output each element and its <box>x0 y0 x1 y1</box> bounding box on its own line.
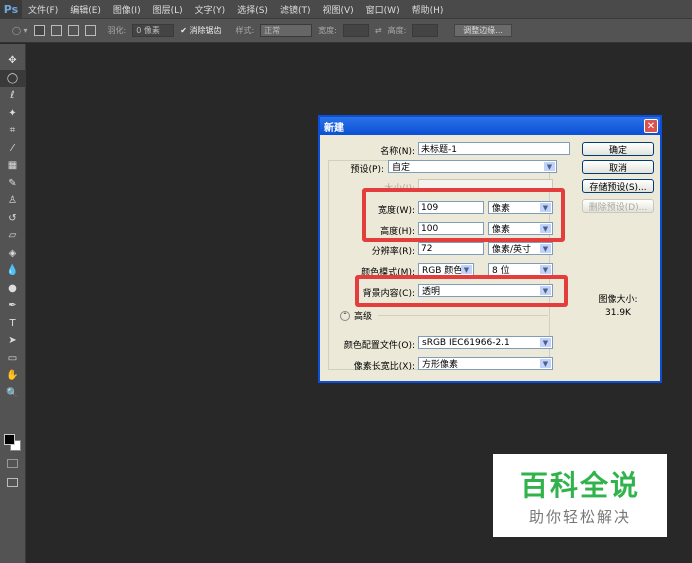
brush-tool-icon[interactable]: ✎ <box>0 175 25 193</box>
watermark-subtitle: 助你轻松解决 <box>528 508 631 526</box>
cancel-button[interactable]: 取消 <box>582 160 654 174</box>
options-bar: ◯ ▾ 羽化: 0 像素 ✔ 消除锯齿 样式: 正常 宽度: ⇄ 高度: 调整边… <box>0 18 692 43</box>
refine-edge-button[interactable]: 调整边缘... <box>454 24 512 37</box>
photoshop-logo: Ps <box>0 0 22 18</box>
menu-item[interactable]: 文件(F) <box>22 3 64 16</box>
chevron-up-icon: ⌃ <box>340 310 350 321</box>
menu-bar: Ps 文件(F) 编辑(E) 图像(I) 图层(L) 文字(Y) 选择(S) 滤镜(T) 视图… <box>0 0 692 18</box>
width-label: 宽度: <box>318 26 337 35</box>
elliptical-marquee-tool-icon[interactable]: ◯ <box>0 69 25 87</box>
chevron-down-icon: ▼ <box>544 162 555 171</box>
style-label: 样式: <box>235 26 255 35</box>
name-input[interactable]: 未标题-1 <box>418 142 570 155</box>
new-document-dialog: 新建 ✕ 名称(N): 未标题-1 预设(P): 自定 ▼ 大小(I): 宽度(W… <box>318 115 662 383</box>
style-select[interactable]: 正常 <box>260 24 313 37</box>
dodge-tool-icon[interactable]: ● <box>0 280 25 298</box>
highlight-box-background <box>355 275 568 307</box>
move-tool-icon[interactable]: ✥ <box>0 52 25 70</box>
width-input[interactable] <box>342 24 369 37</box>
menu-item[interactable]: 滤镜(T) <box>274 3 317 16</box>
eyedropper-tool-icon[interactable]: ⁄ <box>0 140 25 158</box>
history-brush-tool-icon[interactable]: ↺ <box>0 210 25 228</box>
style-value: 正常 <box>264 26 281 35</box>
new-selection-icon[interactable] <box>33 25 45 36</box>
path-selection-tool-icon[interactable]: ➤ <box>0 332 25 350</box>
menu-item[interactable]: 选择(S) <box>231 3 274 16</box>
paint-bucket-tool-icon[interactable]: ◈ <box>0 245 25 263</box>
pixel-aspect-label: 像素长宽比(X): <box>353 362 415 372</box>
tools-panel: ✥ ◯ ℓ ✦ ⌗ ⁄ ▦ ✎ ♙ ↺ ▱ ◈ 💧 ● ✒ T ➤ ▭ ✋ 🔍 <box>0 44 26 563</box>
resolution-input[interactable]: 72 <box>418 242 484 255</box>
ok-button[interactable]: 确定 <box>582 142 654 156</box>
blur-tool-icon[interactable]: 💧 <box>0 262 25 280</box>
screen-mode-icon[interactable] <box>7 478 18 487</box>
quick-mask-icon[interactable] <box>7 459 18 468</box>
foreground-color-swatch[interactable] <box>4 434 15 445</box>
menu-item[interactable]: 图层(L) <box>147 3 189 16</box>
clone-stamp-tool-icon[interactable]: ♙ <box>0 192 25 210</box>
elliptical-marquee-preset-icon[interactable]: ◯ ▾ <box>12 26 28 35</box>
lasso-tool-icon[interactable]: ℓ <box>0 87 25 105</box>
antialias-label: 消除锯齿 <box>189 26 222 35</box>
image-size-label: 图像大小: <box>598 295 638 305</box>
feather-label: 羽化: <box>107 26 127 35</box>
pixel-aspect-select[interactable]: 方形像素 ▼ <box>418 357 553 370</box>
watermark: 百科全说 助你轻松解决 <box>493 454 667 537</box>
image-size-value: 31.9K <box>605 308 631 318</box>
close-button[interactable]: ✕ <box>644 119 658 133</box>
chevron-down-icon: ▼ <box>461 265 472 274</box>
advanced-divider <box>378 315 548 316</box>
dialog-title-bar: 新建 ✕ <box>320 117 660 135</box>
preset-value: 自定 <box>392 163 411 173</box>
menu-item[interactable]: 视图(V) <box>316 3 359 16</box>
subtract-selection-icon[interactable] <box>67 25 79 36</box>
color-profile-value: sRGB IEC61966-2.1 <box>422 337 510 348</box>
resolution-unit-select[interactable]: 像素/英寸 ▼ <box>488 242 553 255</box>
menu-item[interactable]: 编辑(E) <box>64 3 107 16</box>
delete-preset-button: 删除预设(D)... <box>582 199 654 213</box>
chevron-down-icon: ▼ <box>540 338 551 347</box>
swap-icon[interactable]: ⇄ <box>375 26 382 35</box>
advanced-toggle[interactable]: ⌃ 高级 <box>340 309 372 322</box>
preset-select[interactable]: 自定 ▼ <box>388 160 557 173</box>
pen-tool-icon[interactable]: ✒ <box>0 297 25 315</box>
chevron-down-icon: ▼ <box>540 244 551 253</box>
height-label: 高度: <box>387 26 407 35</box>
preset-label: 预设(P): <box>350 165 384 175</box>
type-tool-icon[interactable]: T <box>0 315 25 333</box>
resolution-label: 分辨率(R): <box>371 247 415 257</box>
intersect-selection-icon[interactable] <box>84 25 96 36</box>
menu-item[interactable]: 窗口(W) <box>360 3 406 16</box>
color-profile-select[interactable]: sRGB IEC61966-2.1 ▼ <box>418 336 553 349</box>
color-profile-label: 颜色配置文件(O): <box>343 341 415 351</box>
feather-input[interactable]: 0 像素 <box>132 24 175 37</box>
dialog-title: 新建 <box>324 122 344 134</box>
add-selection-icon[interactable] <box>50 25 62 36</box>
hand-tool-icon[interactable]: ✋ <box>0 367 25 385</box>
chevron-down-icon: ▼ <box>540 265 551 274</box>
magic-wand-tool-icon[interactable]: ✦ <box>0 105 25 123</box>
save-preset-button[interactable]: 存储预设(S)... <box>582 179 654 193</box>
crop-tool-icon[interactable]: ⌗ <box>0 122 25 140</box>
watermark-title: 百科全说 <box>519 469 640 502</box>
highlight-box-dimensions <box>362 188 565 242</box>
zoom-tool-icon[interactable]: 🔍 <box>0 385 25 403</box>
menu-item[interactable]: 文字(Y) <box>189 3 232 16</box>
rectangle-tool-icon[interactable]: ▭ <box>0 350 25 368</box>
eraser-tool-icon[interactable]: ▱ <box>0 227 25 245</box>
healing-brush-tool-icon[interactable]: ▦ <box>0 157 25 175</box>
chevron-down-icon: ▼ <box>540 359 551 368</box>
menu-item[interactable]: 图像(I) <box>107 3 147 16</box>
advanced-label: 高级 <box>354 312 373 322</box>
height-input[interactable] <box>412 24 439 37</box>
menu-item[interactable]: 帮助(H) <box>406 3 450 16</box>
name-label: 名称(N): <box>380 147 415 157</box>
resolution-unit-value: 像素/英寸 <box>492 245 532 255</box>
pixel-aspect-value: 方形像素 <box>422 360 459 370</box>
antialias-checkbox[interactable]: ✔ 消除锯齿 <box>180 25 221 36</box>
